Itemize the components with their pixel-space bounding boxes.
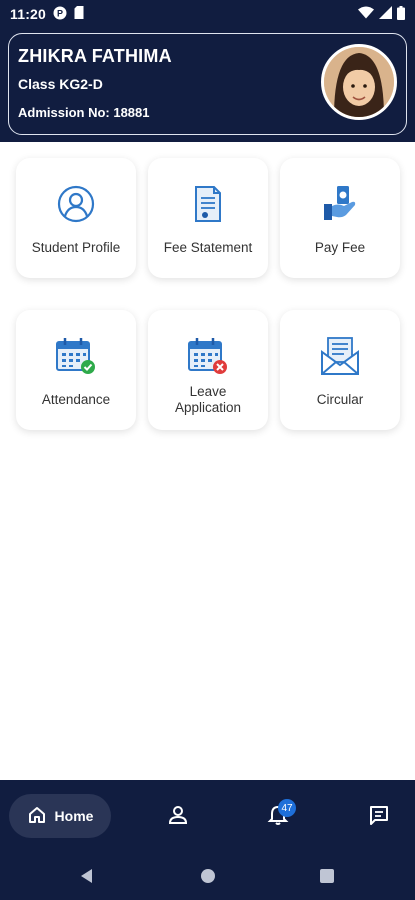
- tile-label-line-2: Application: [174, 400, 242, 415]
- tile-label: Pay Fee: [314, 240, 366, 255]
- avatar: [321, 44, 397, 120]
- fee-statement-tile[interactable]: Fee Statement: [148, 158, 268, 278]
- sim-card-icon: [74, 6, 84, 22]
- leave-application-tile[interactable]: Leave Application: [148, 310, 268, 430]
- bottom-navigation: Home 47: [0, 780, 415, 850]
- envelope-icon: [319, 336, 361, 376]
- status-time: 11:20: [10, 6, 47, 22]
- student-class: Class KG2-D: [18, 76, 103, 92]
- home-icon: [27, 805, 47, 828]
- notification-badge: 47: [278, 799, 296, 817]
- calendar-cross-icon: [187, 336, 229, 376]
- student-name: ZHIKRA FATHIMA: [18, 46, 172, 66]
- wifi-icon: [358, 6, 374, 22]
- recents-icon[interactable]: [319, 868, 335, 889]
- attendance-tile[interactable]: Attendance: [16, 310, 136, 430]
- svg-text:P: P: [57, 8, 63, 18]
- calendar-check-icon: [55, 336, 97, 376]
- student-profile-card: ZHIKRA FATHIMA Class KG2-D Admission No:…: [8, 33, 407, 135]
- document-icon: [191, 184, 225, 224]
- back-icon[interactable]: [79, 868, 95, 889]
- signal-icon: [379, 6, 392, 22]
- tile-label: Leave Application: [175, 384, 241, 416]
- student-profile-tile[interactable]: Student Profile: [16, 158, 136, 278]
- battery-icon: [397, 5, 405, 23]
- tile-label: Attendance: [41, 392, 111, 407]
- admission-number: Admission No: 18881: [18, 105, 150, 120]
- tile-label: Student Profile: [31, 240, 121, 255]
- app-notification-icon: P: [53, 6, 67, 23]
- profile-icon[interactable]: [167, 804, 189, 831]
- pay-fee-tile[interactable]: Pay Fee: [280, 158, 400, 278]
- circular-tile[interactable]: Circular: [280, 310, 400, 430]
- tile-label-line-1: Leave: [189, 384, 227, 399]
- hand-money-icon: [320, 184, 360, 224]
- nav-home-button[interactable]: Home: [9, 794, 111, 838]
- user-circle-icon: [56, 184, 96, 224]
- home-circle-icon[interactable]: [200, 868, 216, 889]
- tile-label: Circular: [316, 392, 364, 407]
- status-bar: 11:20 P: [0, 0, 415, 28]
- tile-label: Fee Statement: [163, 240, 253, 255]
- header: ZHIKRA FATHIMA Class KG2-D Admission No:…: [0, 28, 415, 142]
- system-navigation: [0, 850, 415, 900]
- nav-home-label: Home: [54, 808, 94, 824]
- message-icon[interactable]: [368, 804, 390, 831]
